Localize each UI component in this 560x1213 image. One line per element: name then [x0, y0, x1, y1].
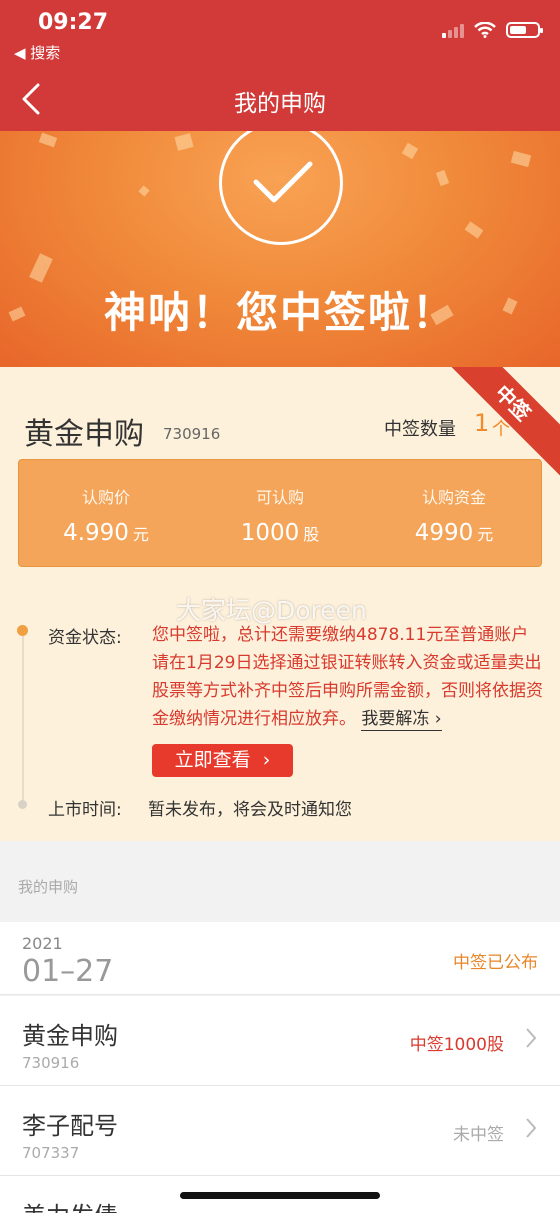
timeline-dot-pending	[18, 800, 27, 809]
date-year: 2021	[22, 934, 63, 953]
status-time: 09:27	[38, 10, 109, 35]
timeline-line	[22, 632, 24, 806]
stat-value: 4990 元	[414, 520, 494, 546]
wifi-icon	[474, 22, 496, 38]
fund-status-label: 资金状态:	[48, 628, 122, 648]
item-name: 李子配号	[22, 1112, 118, 1140]
history-section-header: 我的申购	[0, 841, 560, 922]
stat-price: 认购价 4.990 元	[19, 460, 193, 566]
battery-icon	[506, 22, 543, 38]
chevron-right-icon	[526, 1028, 537, 1048]
stat-value: 4.990 元	[63, 520, 149, 546]
win-banner: 神呐！您中签啦！	[0, 131, 560, 367]
fund-status-text: 您中签啦，总计还需要缴纳4878.11元至普通账户请在1月29日选择通过银证转账…	[152, 625, 543, 731]
stock-name: 黄金申购	[24, 417, 144, 452]
win-quantity-label: 中签数量	[384, 419, 456, 440]
stat-funds: 认购资金 4990 元	[367, 460, 541, 566]
stat-label: 认购价	[81, 488, 130, 507]
win-quantity-value: 1	[474, 409, 490, 437]
win-quantity-unit: 个	[492, 419, 510, 440]
item-code: 707337	[22, 1144, 80, 1162]
list-item[interactable]: 李子配号 707337 未中签	[0, 1086, 560, 1176]
page-title: 我的申购	[234, 91, 326, 117]
checkmark-icon	[253, 161, 313, 203]
timeline-dot-active	[17, 625, 28, 636]
item-name: 美力发债	[22, 1196, 118, 1213]
listing-time-label: 上市时间:	[48, 800, 122, 820]
section-title: 我的申购	[18, 878, 79, 896]
stat-value: 1000 股	[240, 520, 320, 546]
stat-label: 认购资金	[421, 488, 486, 507]
home-indicator[interactable]	[180, 1192, 380, 1199]
status-icons	[442, 22, 543, 38]
success-check-circle	[219, 131, 343, 245]
item-code: 730916	[22, 1054, 80, 1072]
cellular-signal-icon	[442, 22, 464, 38]
date-month-day: 01–27	[22, 954, 114, 989]
chevron-right-icon	[526, 1118, 537, 1138]
stock-code: 730916	[163, 425, 221, 443]
stat-label: 可认购	[255, 488, 304, 507]
top-bar: 09:27 ◀ 搜索 我的申购	[0, 0, 560, 131]
listing-time-text: 暂未发布，将会及时通知您	[148, 800, 352, 820]
item-status: 中签1000股	[409, 1035, 504, 1055]
unfreeze-link[interactable]: 我要解冻 ›	[361, 709, 442, 731]
date-header: 2021 01–27 中签已公布	[0, 922, 560, 995]
item-name: 黄金申购	[22, 1022, 118, 1050]
subscription-card: 中签 黄金申购 730916 中签数量 1 个 认购价 4.990 元 可认购 1…	[0, 367, 560, 841]
back-to-app-link[interactable]: ◀ 搜索	[14, 42, 60, 63]
win-headline: 神呐！您中签啦！	[103, 288, 456, 337]
list-item[interactable]: 黄金申购 730916 中签1000股	[0, 996, 560, 1086]
stat-quantity: 可认购 1000 股	[193, 460, 367, 566]
item-status: 未中签	[453, 1125, 504, 1145]
view-now-button[interactable]: 立即查看 ›	[152, 744, 293, 777]
date-status: 中签已公布	[453, 953, 538, 973]
subscription-stats: 认购价 4.990 元 可认购 1000 股 认购资金 4990 元	[18, 459, 542, 567]
